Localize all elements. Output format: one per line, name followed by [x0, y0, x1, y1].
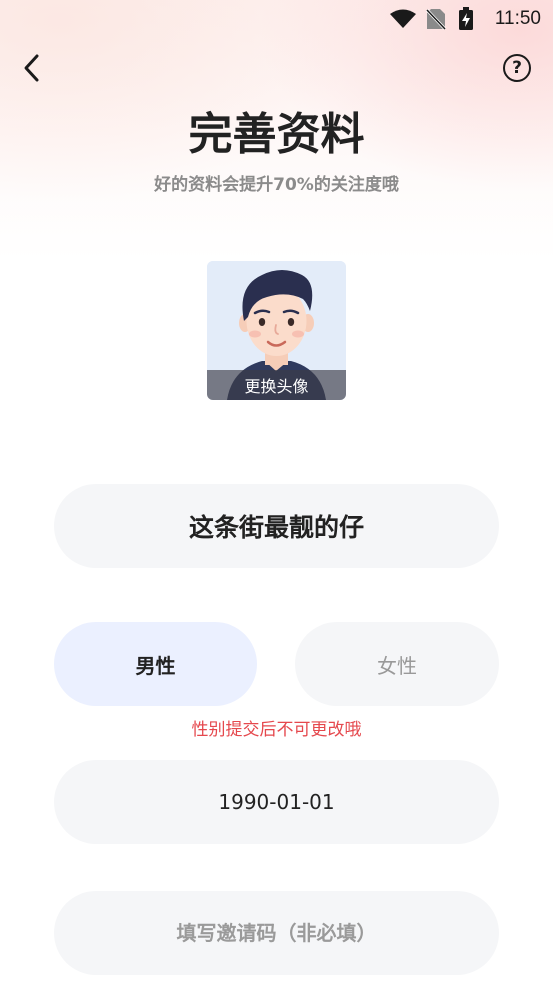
battery-charging-icon: [459, 7, 473, 30]
invite-code-input[interactable]: [54, 920, 499, 946]
help-button[interactable]: ?: [503, 54, 531, 82]
avatar[interactable]: 更换头像: [207, 261, 346, 400]
back-button[interactable]: [14, 50, 50, 86]
wifi-icon: [390, 9, 416, 28]
gender-female-option[interactable]: 女性: [295, 622, 499, 706]
invite-code-field[interactable]: [54, 891, 499, 975]
back-arrow-icon: [24, 54, 39, 82]
page-subtitle: 好的资料会提升70%的关注度哦: [154, 175, 399, 195]
help-question-icon: ?: [512, 58, 522, 78]
change-avatar-label[interactable]: 更换头像: [207, 370, 346, 400]
gender-male-option[interactable]: 男性: [54, 622, 257, 706]
nickname-field[interactable]: 这条街最靓的仔: [54, 484, 499, 568]
gender-warning-text: 性别提交后不可更改哦: [191, 720, 362, 740]
page-title: 完善资料: [188, 109, 365, 160]
status-bar: 11:50: [0, 0, 553, 38]
birthday-field[interactable]: 1990-01-01: [54, 760, 499, 844]
status-time: 11:50: [494, 8, 541, 29]
no-sim-icon: [426, 8, 446, 30]
